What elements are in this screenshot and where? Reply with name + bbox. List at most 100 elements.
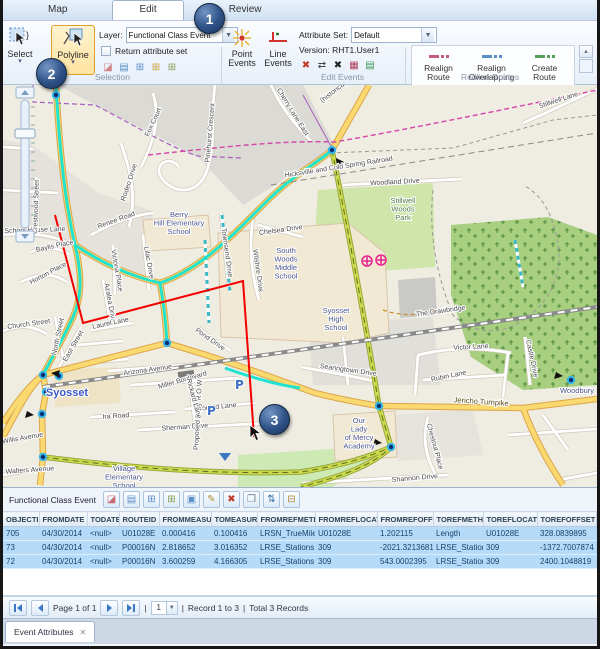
table-cell: U01028E	[119, 527, 159, 541]
next-page-button[interactable]	[100, 600, 118, 616]
edit-icon[interactable]: ✎	[203, 491, 220, 508]
total-records-label: Total 3 Records	[249, 603, 308, 613]
event-grid-icon[interactable]: ▦	[347, 58, 361, 72]
column-header[interactable]: FROMMEASURE	[159, 512, 211, 527]
zoom-to-selection-icon[interactable]: ⊞	[143, 491, 160, 508]
table-row[interactable]: 70504/30/2014<null>U01028E0.0004160.1004…	[3, 527, 597, 541]
route-node[interactable]	[568, 377, 574, 383]
route-dash-icon	[429, 52, 449, 60]
route-node[interactable]	[40, 372, 46, 378]
last-page-button[interactable]	[122, 600, 140, 616]
column-header[interactable]: ROUTEID	[119, 512, 159, 527]
attribute-grid-icon[interactable]: ▤	[363, 58, 377, 72]
prev-page-button[interactable]	[31, 600, 49, 616]
table-cell: 0.000416	[159, 527, 211, 541]
column-header[interactable]: FROMDATE	[39, 512, 87, 527]
delete-icon[interactable]: ✖	[223, 491, 240, 508]
column-header[interactable]: TODATE	[87, 512, 119, 527]
merge-events-icon[interactable]: ⇄	[315, 58, 329, 72]
table-cell: P00016N	[119, 541, 159, 555]
clear-results-icon[interactable]: ◪	[103, 491, 120, 508]
select-dropdown-arrow[interactable]: ▾	[18, 59, 22, 64]
table-cell: 04/30/2014	[39, 555, 87, 569]
attribute-set-dropdown-arrow[interactable]: ▼	[421, 28, 434, 42]
scroll-thumb[interactable]	[579, 59, 593, 73]
route-node[interactable]	[329, 147, 335, 153]
copy-icon[interactable]: ❐	[243, 491, 260, 508]
column-header[interactable]: TOREFOFFSET	[537, 512, 597, 527]
return-attribute-checkbox[interactable]	[101, 46, 111, 56]
map-viewport[interactable]: (historical)Fox CourtPinehurst CrescentC…	[3, 85, 597, 487]
table-cell: Length	[433, 527, 483, 541]
layer-dropdown[interactable]: Functional Class Event ▼	[126, 27, 238, 43]
attribute-set-value: Default	[354, 31, 379, 40]
callout-3: 3	[259, 404, 290, 435]
column-header[interactable]: FROMREFOFFSET	[377, 512, 433, 527]
table-cell: 04/30/2014	[39, 541, 87, 555]
route-node[interactable]	[39, 411, 45, 417]
separator: |	[182, 603, 184, 613]
point-events-button[interactable]: PointEvents	[225, 26, 259, 68]
export-icon[interactable]: ⊟	[283, 491, 300, 508]
zoom-track[interactable]	[21, 100, 29, 228]
point-events-icon	[229, 26, 255, 50]
show-list-icon[interactable]: ▤	[123, 491, 140, 508]
line-events-button[interactable]: LineEvents	[261, 26, 295, 68]
route-node[interactable]	[40, 454, 46, 460]
selection-options-icon[interactable]: ⊞	[165, 60, 179, 74]
ribbon: } Select ▾ Polyline ▾ Layer: Functional …	[3, 21, 597, 85]
select-button[interactable]: } Select ▾	[7, 25, 33, 64]
tab-event-attributes[interactable]: Event Attributes ✕	[5, 621, 95, 642]
scroll-up-button[interactable]: ▲	[579, 45, 593, 58]
ribbon-tabbar: Map Edit Review	[3, 0, 597, 21]
table-row[interactable]: 7304/30/2014<null>P00016N2.8186523.01635…	[3, 541, 597, 555]
route-node[interactable]	[376, 403, 382, 409]
sort-icon[interactable]: ⇅	[263, 491, 280, 508]
table-cell: 1.202115	[377, 527, 433, 541]
pan-to-selection-icon[interactable]: ⊞	[163, 491, 180, 508]
column-header[interactable]: TOREFMETHOD	[433, 512, 483, 527]
table-cell: 309	[483, 541, 537, 555]
table-cell: -1372.7007874	[537, 541, 597, 555]
column-header[interactable]: FROMREFMETHOD	[257, 512, 315, 527]
attribute-set-dropdown[interactable]: Default ▼	[351, 27, 437, 43]
reassign-event-icon[interactable]: ✖	[331, 58, 345, 72]
column-header[interactable]: TOREFLOCATION	[483, 512, 537, 527]
route-node[interactable]	[164, 340, 170, 346]
tab-edit[interactable]: Edit	[112, 0, 183, 20]
route-dash-icon	[482, 52, 502, 60]
attribute-set-label: Attribute Set:	[299, 30, 348, 40]
event-attributes-panel: Functional Class Event ◪▤⊞⊞▣✎✖❐⇅⊟ OBJECT…	[3, 487, 597, 649]
table-cell: 543.0002395	[377, 555, 433, 569]
table-cell: <null>	[87, 527, 119, 541]
table-empty-area	[3, 569, 597, 596]
page-number-arrow[interactable]: ▼	[167, 601, 178, 615]
close-tab-icon[interactable]: ✕	[80, 628, 87, 637]
column-header[interactable]: OBJECTID	[3, 512, 39, 527]
callout-2: 2	[36, 58, 67, 89]
route-node[interactable]	[53, 92, 59, 98]
polyline-dropdown-arrow[interactable]: ▾	[71, 60, 75, 65]
version-label: Version: RHT1.User1	[299, 45, 379, 55]
save-icon[interactable]: ▣	[183, 491, 200, 508]
table-cell: 2.818652	[159, 541, 211, 555]
column-header[interactable]: FROMREFLOCATION	[315, 512, 377, 527]
add-to-selection-icon[interactable]: ⊞	[133, 60, 147, 74]
page-number-combo[interactable]: 1 ▼	[151, 601, 178, 615]
split-event-icon[interactable]: ✖	[299, 58, 313, 72]
table-row[interactable]: 7204/30/2014<null>P00016N3.6002594.16630…	[3, 555, 597, 569]
select-features-icon[interactable]: ⊞	[149, 60, 163, 74]
tab-map[interactable]: Map	[21, 0, 94, 20]
page-label: Page 1 of 1	[53, 603, 96, 613]
first-page-button[interactable]	[9, 600, 27, 616]
panel-toolbar: Functional Class Event ◪▤⊞⊞▣✎✖❐⇅⊟	[3, 488, 597, 511]
table-cell: -2021.3213681	[377, 541, 433, 555]
page-number-value: 1	[151, 601, 167, 615]
select-tool-icon: }	[7, 25, 33, 49]
column-header[interactable]: TOMEASURE	[211, 512, 257, 527]
route-node[interactable]	[388, 444, 394, 450]
zoom-handle[interactable]	[15, 129, 35, 138]
table-cell: 2400.1048819	[537, 555, 597, 569]
map-canvas: (historical)Fox CourtPinehurst CrescentC…	[3, 85, 597, 487]
attribute-set-row: Attribute Set: Default ▼	[299, 27, 437, 43]
